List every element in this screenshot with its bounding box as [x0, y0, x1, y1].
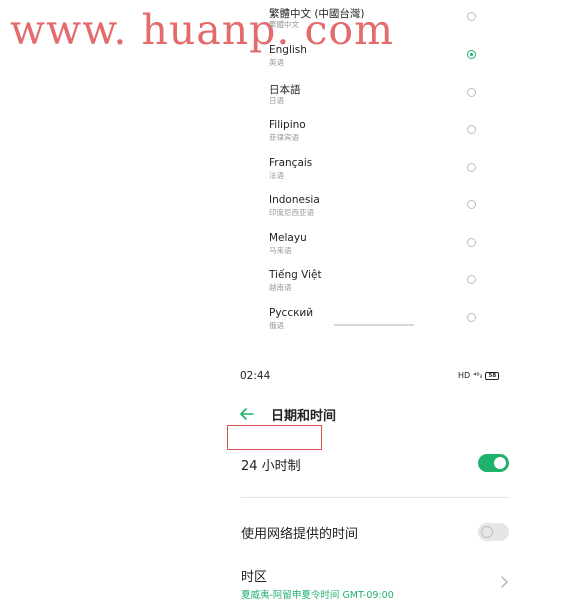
status-icons: HD ⁴⁶ᵢₗ 58	[458, 371, 500, 380]
list-item[interactable]: Français 法语	[0, 157, 581, 193]
language-subtitle: 菲律宾语	[269, 133, 299, 142]
hour24-toggle[interactable]	[478, 454, 509, 472]
language-radio[interactable]	[467, 313, 476, 322]
language-subtitle: 日语	[269, 96, 284, 105]
list-item[interactable]: Filipino 菲律宾语	[0, 119, 581, 155]
language-name: Tiếng Việt	[269, 269, 322, 281]
language-radio[interactable]	[467, 275, 476, 284]
timezone-label: 时区	[241, 570, 268, 585]
language-subtitle: 繁體中文	[269, 20, 299, 29]
language-name: English	[269, 44, 307, 56]
language-radio[interactable]	[467, 12, 476, 21]
toggle-knob	[494, 457, 506, 469]
list-item[interactable]: 日本語 日语	[0, 82, 581, 118]
language-radio[interactable]	[467, 125, 476, 134]
language-subtitle: 俄语	[269, 321, 284, 330]
status-time: 02:44	[240, 370, 271, 382]
battery-icon: 58	[485, 371, 500, 380]
hd-indicator: HD	[458, 371, 471, 380]
toggle-knob	[481, 526, 493, 538]
list-item[interactable]: English 英语	[0, 44, 581, 80]
back-arrow-icon[interactable]	[238, 405, 256, 423]
language-subtitle: 印度尼西亚语	[269, 208, 314, 217]
language-subtitle: 法语	[269, 171, 284, 180]
language-radio[interactable]	[467, 88, 476, 97]
list-item[interactable]: Melayu 马来语	[0, 232, 581, 268]
list-item[interactable]: Indonesia 印度尼西亚语	[0, 194, 581, 230]
language-name: Filipino	[269, 119, 306, 131]
list-item[interactable]: 繁體中文 (中國台灣) 繁體中文	[0, 6, 581, 42]
language-subtitle: 马来语	[269, 246, 292, 255]
language-name: Melayu	[269, 232, 307, 244]
signal-icon: ⁴⁶ᵢₗ	[473, 371, 483, 380]
highlight-box	[227, 425, 322, 450]
chevron-right-icon	[501, 576, 508, 588]
language-subtitle: 越南语	[269, 283, 292, 292]
language-name: Русский	[269, 307, 314, 319]
timezone-value: 夏威夷-阿留申夏令时间 GMT-09:00	[241, 590, 394, 601]
scroll-indicator	[334, 324, 414, 326]
network-time-label: 使用网络提供的时间	[241, 527, 359, 542]
language-subtitle: 英语	[269, 58, 284, 67]
language-radio-selected[interactable]	[467, 50, 476, 59]
list-item[interactable]: Tiếng Việt 越南语	[0, 269, 581, 305]
hour24-label: 24 小时制	[241, 459, 301, 474]
list-item[interactable]: Русский 俄语	[0, 307, 581, 343]
divider	[241, 497, 509, 498]
language-name: Français	[269, 157, 313, 169]
language-radio[interactable]	[467, 200, 476, 209]
language-radio[interactable]	[467, 238, 476, 247]
language-radio[interactable]	[467, 163, 476, 172]
network-time-toggle[interactable]	[478, 523, 509, 541]
language-name: Indonesia	[269, 194, 320, 206]
page-title: 日期和时间	[271, 409, 337, 424]
